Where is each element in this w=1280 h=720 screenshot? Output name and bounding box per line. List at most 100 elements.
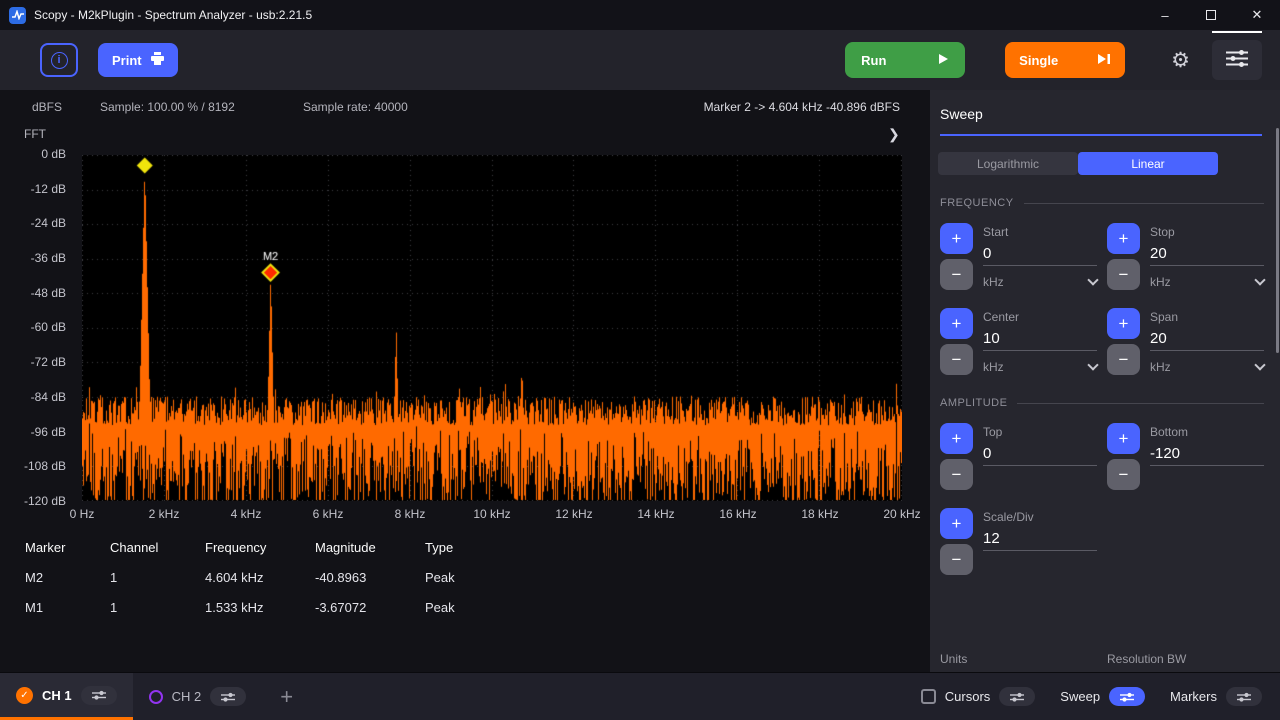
channel-1-settings-button[interactable] (81, 686, 117, 705)
frequency-section-label: FREQUENCY (940, 197, 1264, 209)
collapse-panel-chevron[interactable]: ❯ (888, 126, 900, 143)
channel-1-enabled-icon[interactable]: ✓ (16, 687, 33, 704)
start-unit-select[interactable]: kHz (983, 266, 1097, 289)
bottom-control: + − Bottom -120 (1107, 423, 1264, 490)
scale-option-linear[interactable]: Linear (1078, 152, 1218, 175)
minimize-button[interactable]: – (1142, 0, 1188, 30)
start-decrement-button[interactable]: − (940, 259, 973, 290)
x-tick-label: 8 kHz (370, 507, 450, 521)
chevron-down-icon (1254, 274, 1265, 285)
x-tick-label: 0 Hz (42, 507, 122, 521)
y-tick-label: 0 dB (41, 147, 66, 161)
stop-value-input[interactable]: 20 (1150, 239, 1264, 266)
start-value-input[interactable]: 0 (983, 239, 1097, 266)
top-label: Top (983, 423, 1097, 439)
check-icon: ✓ (20, 690, 28, 701)
titlebar: Scopy - M2kPlugin - Spectrum Analyzer - … (0, 0, 1280, 30)
amplitude-section-text: AMPLITUDE (940, 397, 1007, 409)
marker-table-header: Type (425, 540, 505, 555)
chevron-right-icon: ❯ (888, 126, 900, 142)
channel-2-tab[interactable]: CH 2 (133, 673, 263, 720)
bottom-decrement-button[interactable]: − (1107, 459, 1140, 490)
span-increment-button[interactable]: + (1107, 308, 1140, 339)
single-button[interactable]: Single (1005, 42, 1125, 78)
channel-1-tab[interactable]: ✓ CH 1 (0, 673, 133, 720)
scale-div-label: Scale/Div (983, 508, 1097, 524)
span-decrement-button[interactable]: − (1107, 344, 1140, 375)
info-icon: i (51, 52, 68, 69)
top-increment-button[interactable]: + (940, 423, 973, 454)
marker-table-header: Magnitude (315, 540, 425, 555)
x-tick-label: 12 kHz (534, 507, 614, 521)
window-controls: – ✕ (1142, 0, 1280, 30)
stop-increment-button[interactable]: + (1107, 223, 1140, 254)
y-tick-label: -36 dB (31, 251, 66, 265)
sample-status: Sample: 100.00 % / 8192 (100, 100, 235, 114)
marker-table-cell: 4.604 kHz (205, 570, 315, 585)
x-tick-label: 6 kHz (288, 507, 368, 521)
channel-2-settings-button[interactable] (210, 687, 246, 706)
cursors-checkbox[interactable] (921, 689, 936, 704)
close-button[interactable]: ✕ (1234, 0, 1280, 30)
span-value-input[interactable]: 20 (1150, 324, 1264, 351)
center-unit-select[interactable]: kHz (983, 351, 1097, 374)
chevron-down-icon (1087, 274, 1098, 285)
marker-table-cell: 1 (110, 570, 205, 585)
marker-table-cell: -3.67072 (315, 600, 425, 615)
span-label: Span (1150, 308, 1264, 324)
sample-rate-status: Sample rate: 40000 (303, 100, 408, 114)
x-tick-label: 20 kHz (862, 507, 930, 521)
preferences-gear-button[interactable]: ⚙ (1171, 48, 1190, 72)
scale-div-value-input[interactable]: 12 (983, 524, 1097, 551)
stop-label: Stop (1150, 223, 1264, 239)
channel-1-label: CH 1 (42, 688, 72, 703)
stop-unit-value: kHz (1150, 275, 1171, 289)
info-button[interactable]: i (40, 43, 78, 77)
scale-option-logarithmic[interactable]: Logarithmic (938, 152, 1078, 175)
spectrum-canvas[interactable] (82, 155, 902, 501)
frequency-section-text: FREQUENCY (940, 197, 1014, 209)
top-control: + − Top 0 (940, 423, 1097, 490)
span-control: + − Span 20 kHz (1107, 308, 1264, 375)
printer-icon (151, 52, 164, 68)
toolbar: i Print Run Single ⚙ (0, 30, 1280, 90)
marker-table-cell: M2 (25, 570, 110, 585)
maximize-icon (1206, 10, 1216, 20)
run-button[interactable]: Run (845, 42, 965, 78)
start-label: Start (983, 223, 1097, 239)
top-value-input[interactable]: 0 (983, 439, 1097, 466)
y-tick-label: -48 dB (31, 286, 66, 300)
stop-decrement-button[interactable]: − (1107, 259, 1140, 290)
scale-div-decrement-button[interactable]: − (940, 544, 973, 575)
bottom-increment-button[interactable]: + (1107, 423, 1140, 454)
stop-unit-select[interactable]: kHz (1150, 266, 1264, 289)
y-tick-label: -84 dB (31, 390, 66, 404)
cursors-settings-button[interactable] (999, 687, 1035, 706)
resolution-bw-label: Resolution BW (1107, 652, 1264, 666)
print-button-label: Print (112, 53, 142, 68)
maximize-button[interactable] (1188, 0, 1234, 30)
start-increment-button[interactable]: + (940, 223, 973, 254)
scale-div-increment-button[interactable]: + (940, 508, 973, 539)
marker-table-cell: Peak (425, 600, 505, 615)
center-decrement-button[interactable]: − (940, 344, 973, 375)
cursors-label: Cursors (945, 689, 991, 704)
span-unit-select[interactable]: kHz (1150, 351, 1264, 374)
sweep-panel-footer: Units Resolution BW (940, 652, 1264, 666)
channel-2-disabled-icon[interactable] (149, 690, 163, 704)
center-increment-button[interactable]: + (940, 308, 973, 339)
markers-settings-button[interactable] (1226, 687, 1262, 706)
sweep-settings-button[interactable] (1109, 687, 1145, 706)
print-button[interactable]: Print (98, 43, 178, 77)
top-decrement-button[interactable]: − (940, 459, 973, 490)
y-tick-label: -96 dB (31, 425, 66, 439)
panel-scrollbar[interactable] (1276, 128, 1279, 353)
plot-status-row: dBFS Sample: 100.00 % / 8192 Sample rate… (0, 100, 930, 118)
panel-toggle-button[interactable] (1212, 40, 1262, 80)
bottom-value-input[interactable]: -120 (1150, 439, 1264, 466)
window-title: Scopy - M2kPlugin - Spectrum Analyzer - … (34, 8, 312, 22)
center-value-input[interactable]: 10 (983, 324, 1097, 351)
sweep-panel: Sweep Logarithmic Linear FREQUENCY + − S… (930, 90, 1280, 672)
add-channel-button[interactable]: + (280, 673, 293, 720)
y-axis-tick-labels: 0 dB-12 dB-24 dB-36 dB-48 dB-60 dB-72 dB… (0, 147, 66, 508)
